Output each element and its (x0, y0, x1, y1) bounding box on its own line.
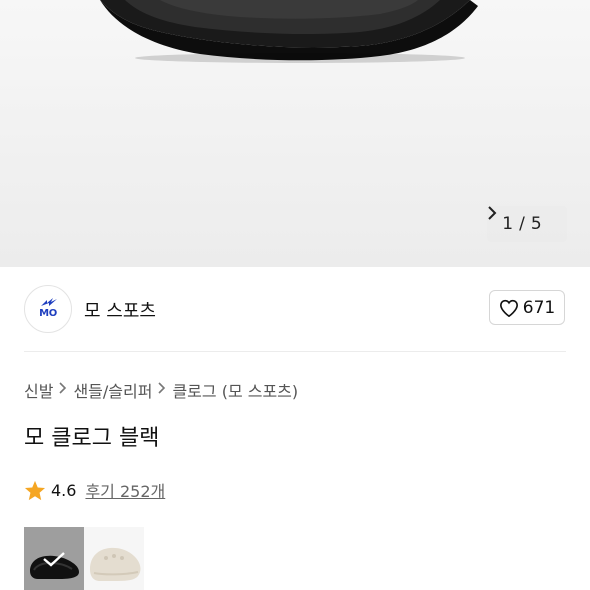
pager-separator: / (519, 214, 525, 234)
breadcrumb-item-clog[interactable]: 클로그 (모 스포츠) (172, 378, 298, 402)
seller-row: MO 모 스포츠 671 (0, 267, 590, 351)
breadcrumb-item-shoes[interactable]: 신발 (24, 378, 53, 402)
rating-score: 4.6 (51, 480, 77, 500)
reviews-link[interactable]: 후기 252개 (85, 478, 165, 502)
divider (24, 351, 566, 352)
product-image-gallery[interactable]: 1 / 5 (0, 0, 590, 267)
pager-current: 1 (502, 214, 514, 234)
image-pager[interactable]: 1 / 5 (487, 206, 567, 242)
product-title: 모 클로그 블랙 (24, 426, 160, 451)
heart-icon (499, 299, 518, 317)
chevron-right-icon (59, 382, 67, 398)
check-icon (43, 552, 65, 567)
seller-name[interactable]: 모 스포츠 (84, 297, 156, 323)
color-option-black[interactable] (24, 527, 84, 590)
seller-logo[interactable]: MO (24, 285, 72, 333)
product-rating: 4.6 후기 252개 (24, 478, 165, 502)
pager-total: 5 (530, 214, 542, 234)
color-options (24, 527, 144, 590)
bolt-icon (41, 298, 57, 306)
star-icon (24, 480, 46, 500)
seller-logo-text: MO (39, 307, 57, 319)
color-option-cream[interactable] (84, 527, 144, 590)
like-button[interactable]: 671 (489, 290, 565, 325)
breadcrumb: 신발 샌들/슬리퍼 클로그 (모 스포츠) (24, 378, 298, 402)
breadcrumb-item-sandals[interactable]: 샌들/슬리퍼 (73, 378, 152, 402)
chevron-right-icon (158, 382, 166, 398)
like-count: 671 (522, 297, 556, 318)
cream-clog-thumbnail (90, 547, 141, 581)
